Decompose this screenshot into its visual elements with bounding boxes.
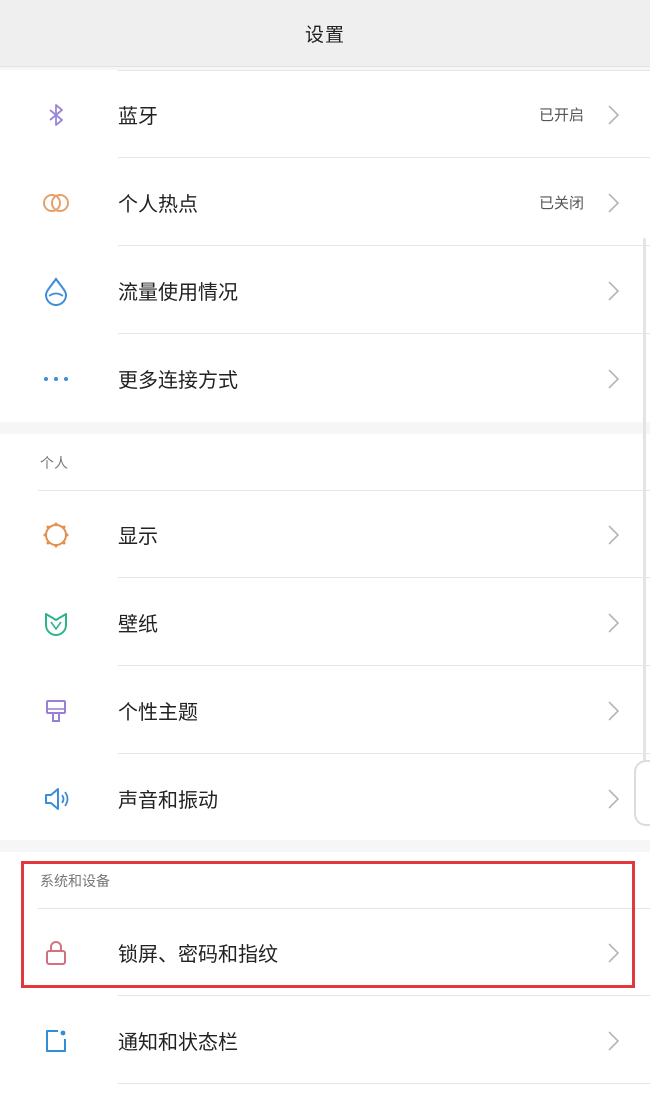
display-icon [38,517,74,553]
item-label: 壁纸 [118,612,158,636]
title-bar: 设置 [0,0,650,67]
chevron-right-icon [608,524,620,545]
chevron-right-icon [608,192,620,213]
item-label: 个性主题 [118,700,198,724]
status-value: 已开启 [538,106,584,124]
bluetooth-icon [38,97,74,133]
more-connections-icon [38,361,74,397]
divider [118,1083,650,1084]
sound-icon [38,781,74,817]
theme-icon [38,693,74,729]
divider [118,333,650,334]
notification-icon [38,1023,74,1059]
chevron-right-icon [608,700,620,721]
wallpaper-icon [38,605,74,641]
chevron-right-icon [608,1030,620,1051]
item-label: 流量使用情况 [118,280,238,304]
settings-item-wallpaper[interactable]: 壁纸 [0,579,650,666]
divider [118,753,650,754]
settings-item-display[interactable]: 显示 [0,491,650,578]
personal-group: 个人 显示 壁纸 个性主题 声音和振动 [0,434,650,840]
settings-item-hotspot[interactable]: 个人热点 已关闭 [0,159,650,246]
item-label: 更多连接方式 [118,368,238,392]
chevron-right-icon [608,368,620,389]
chevron-right-icon [608,612,620,633]
settings-item-more-connections[interactable]: 更多连接方式 [0,335,650,422]
hotspot-icon [38,185,74,221]
chevron-right-icon [608,788,620,809]
scroll-handle[interactable] [634,760,650,826]
item-label: 个人热点 [118,192,198,216]
divider [118,245,650,246]
settings-item-bluetooth[interactable]: 蓝牙 已开启 [0,71,650,158]
status-value: 已关闭 [538,194,584,212]
scrollbar-track[interactable] [643,238,646,818]
settings-item-data-usage[interactable]: 流量使用情况 [0,247,650,334]
settings-item-notifications[interactable]: 通知和状态栏 [0,997,650,1084]
chevron-right-icon [608,280,620,301]
data-usage-icon [38,273,74,309]
section-title: 个人 [40,455,68,472]
divider [118,577,650,578]
item-label: 声音和振动 [118,788,218,812]
divider [118,157,650,158]
highlight-box [21,861,635,988]
settings-item-theme[interactable]: 个性主题 [0,667,650,754]
settings-item-sound[interactable]: 声音和振动 [0,755,650,842]
section-header-personal: 个人 [0,434,650,491]
item-label: 显示 [118,524,158,548]
item-label: 通知和状态栏 [118,1030,238,1054]
connection-group: 蓝牙 已开启 个人热点 已关闭 流量使用情况 更多连接方式 [0,70,650,422]
page-title: 设置 [304,23,345,46]
divider [118,995,650,996]
item-label: 蓝牙 [118,104,158,128]
divider [118,665,650,666]
chevron-right-icon [608,104,620,125]
